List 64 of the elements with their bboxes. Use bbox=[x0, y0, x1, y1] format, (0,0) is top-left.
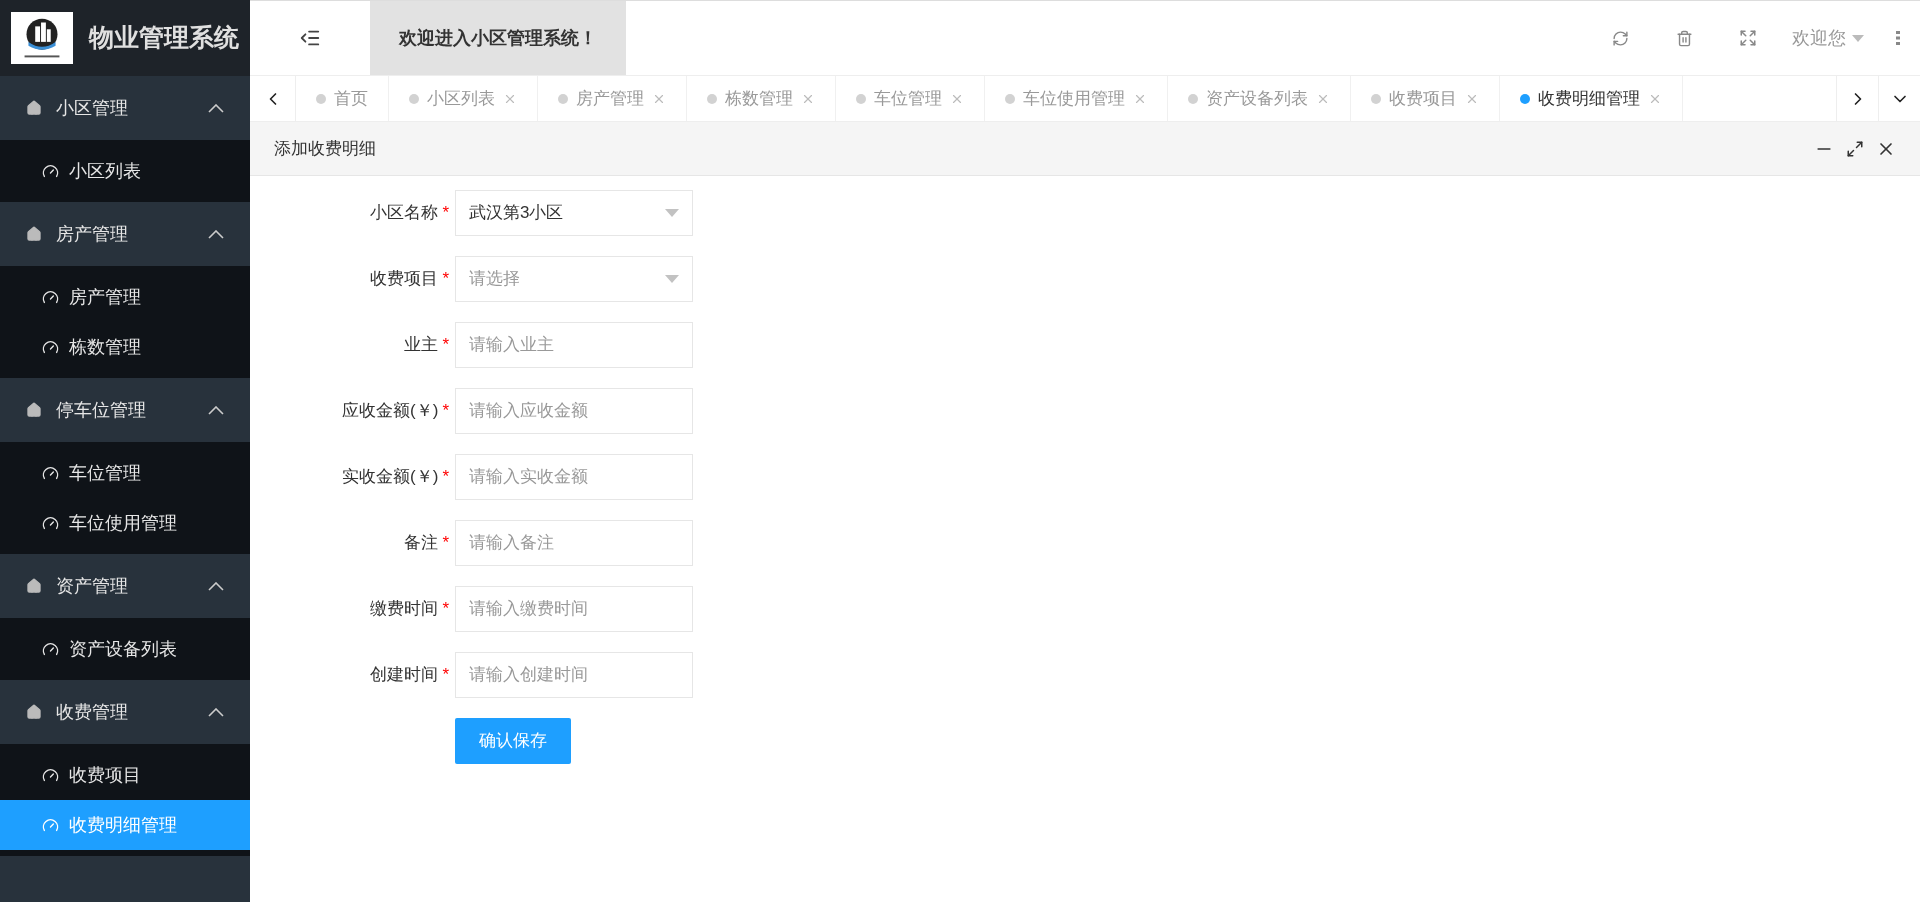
more-icon bbox=[1896, 31, 1900, 45]
select-field[interactable]: 武汉第3小区 bbox=[455, 190, 693, 236]
app-title: 物业管理系统 bbox=[89, 22, 239, 54]
required-mark: * bbox=[442, 268, 449, 291]
menu-item[interactable]: 车位管理 bbox=[0, 448, 250, 498]
gauge-icon bbox=[42, 162, 59, 180]
chevron-up-icon bbox=[208, 707, 224, 717]
gauge-icon bbox=[42, 640, 59, 658]
field-label: 缴费时间 bbox=[370, 598, 439, 621]
gauge-icon bbox=[42, 288, 59, 306]
trash-icon bbox=[1675, 29, 1693, 47]
menu-group-label: 资产管理 bbox=[56, 574, 129, 598]
field-label: 实收金额(￥) bbox=[342, 466, 439, 489]
home-icon bbox=[26, 402, 42, 418]
menu-item[interactable]: 收费项目 bbox=[0, 750, 250, 800]
required-mark: * bbox=[442, 334, 449, 357]
menu-item[interactable]: 栋数管理 bbox=[0, 322, 250, 372]
chevron-up-icon bbox=[208, 229, 224, 239]
home-icon bbox=[26, 704, 42, 720]
caret-icon bbox=[1852, 34, 1864, 42]
gauge-icon bbox=[42, 338, 59, 356]
refresh-icon bbox=[1611, 29, 1629, 47]
gauge-icon bbox=[42, 816, 59, 834]
menu-item[interactable]: 车位使用管理 bbox=[0, 498, 250, 548]
required-mark: * bbox=[442, 664, 449, 687]
input-field[interactable]: 请输入业主 bbox=[455, 322, 693, 368]
building-logo-icon bbox=[11, 12, 73, 64]
required-mark: * bbox=[442, 598, 449, 621]
gauge-icon bbox=[42, 766, 59, 784]
caret-icon bbox=[665, 275, 679, 283]
welcome-banner: 欢迎进入小区管理系统！ bbox=[370, 1, 626, 75]
required-mark: * bbox=[442, 202, 449, 225]
fullscreen-icon bbox=[1739, 29, 1757, 47]
chevron-up-icon bbox=[208, 103, 224, 113]
required-mark: * bbox=[442, 400, 449, 423]
panel-title: 添加收费明细 bbox=[274, 137, 377, 160]
field-label: 收费项目 bbox=[370, 268, 439, 291]
home-icon bbox=[26, 226, 42, 242]
field-label: 应收金额(￥) bbox=[342, 400, 439, 423]
chevron-up-icon bbox=[208, 581, 224, 591]
gauge-icon bbox=[42, 514, 59, 532]
menu-group-label: 停车位管理 bbox=[56, 398, 147, 422]
home-icon bbox=[26, 100, 42, 116]
input-field[interactable]: 请输入缴费时间 bbox=[455, 586, 693, 632]
maximize-icon[interactable] bbox=[1846, 139, 1864, 158]
caret-icon bbox=[665, 209, 679, 217]
menu-group-label: 房产管理 bbox=[56, 222, 129, 246]
home-icon bbox=[26, 578, 42, 594]
field-label: 备注 bbox=[404, 532, 439, 555]
menu-group-label: 收费管理 bbox=[56, 700, 129, 724]
input-field[interactable]: 请输入备注 bbox=[455, 520, 693, 566]
field-label: 业主 bbox=[404, 334, 439, 357]
required-mark: * bbox=[442, 466, 449, 489]
field-label: 创建时间 bbox=[370, 664, 439, 687]
input-field[interactable]: 请输入实收金额 bbox=[455, 454, 693, 500]
gauge-icon bbox=[42, 464, 59, 482]
menu-group-label: 小区管理 bbox=[56, 96, 129, 120]
menu-item[interactable]: 房产管理 bbox=[0, 272, 250, 322]
required-mark: * bbox=[442, 532, 449, 555]
input-field[interactable]: 请输入创建时间 bbox=[455, 652, 693, 698]
tab[interactable]: 收费明细管理 bbox=[1500, 76, 1683, 121]
field-label: 小区名称 bbox=[370, 202, 439, 225]
chevron-up-icon bbox=[208, 405, 224, 415]
input-field[interactable]: 请输入应收金额 bbox=[455, 388, 693, 434]
